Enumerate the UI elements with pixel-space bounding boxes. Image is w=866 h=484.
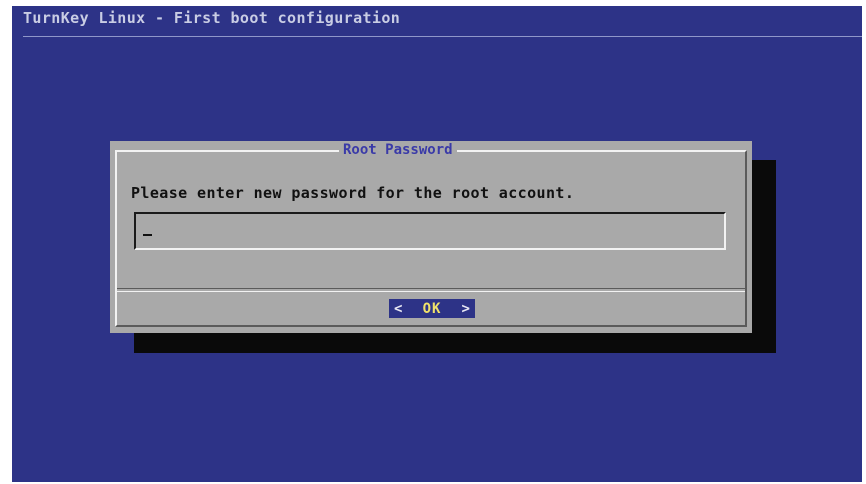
ok-button[interactable]: < OK > bbox=[389, 299, 475, 318]
button-divider bbox=[117, 288, 745, 292]
header-title: TurnKey Linux - First boot configuration bbox=[23, 9, 401, 27]
root-password-input[interactable] bbox=[134, 212, 726, 250]
console-screen: TurnKey Linux - First boot configuration… bbox=[12, 6, 862, 482]
root-password-dialog: Root Password Please enter new password … bbox=[110, 141, 752, 333]
text-cursor bbox=[143, 234, 152, 236]
ok-right-bracket: > bbox=[461, 300, 470, 317]
ok-left-bracket: < bbox=[394, 300, 403, 317]
ok-button-label: OK bbox=[422, 300, 442, 317]
dialog-title: Root Password bbox=[339, 142, 457, 158]
dialog-prompt: Please enter new password for the root a… bbox=[131, 184, 575, 202]
header-divider bbox=[23, 36, 862, 37]
